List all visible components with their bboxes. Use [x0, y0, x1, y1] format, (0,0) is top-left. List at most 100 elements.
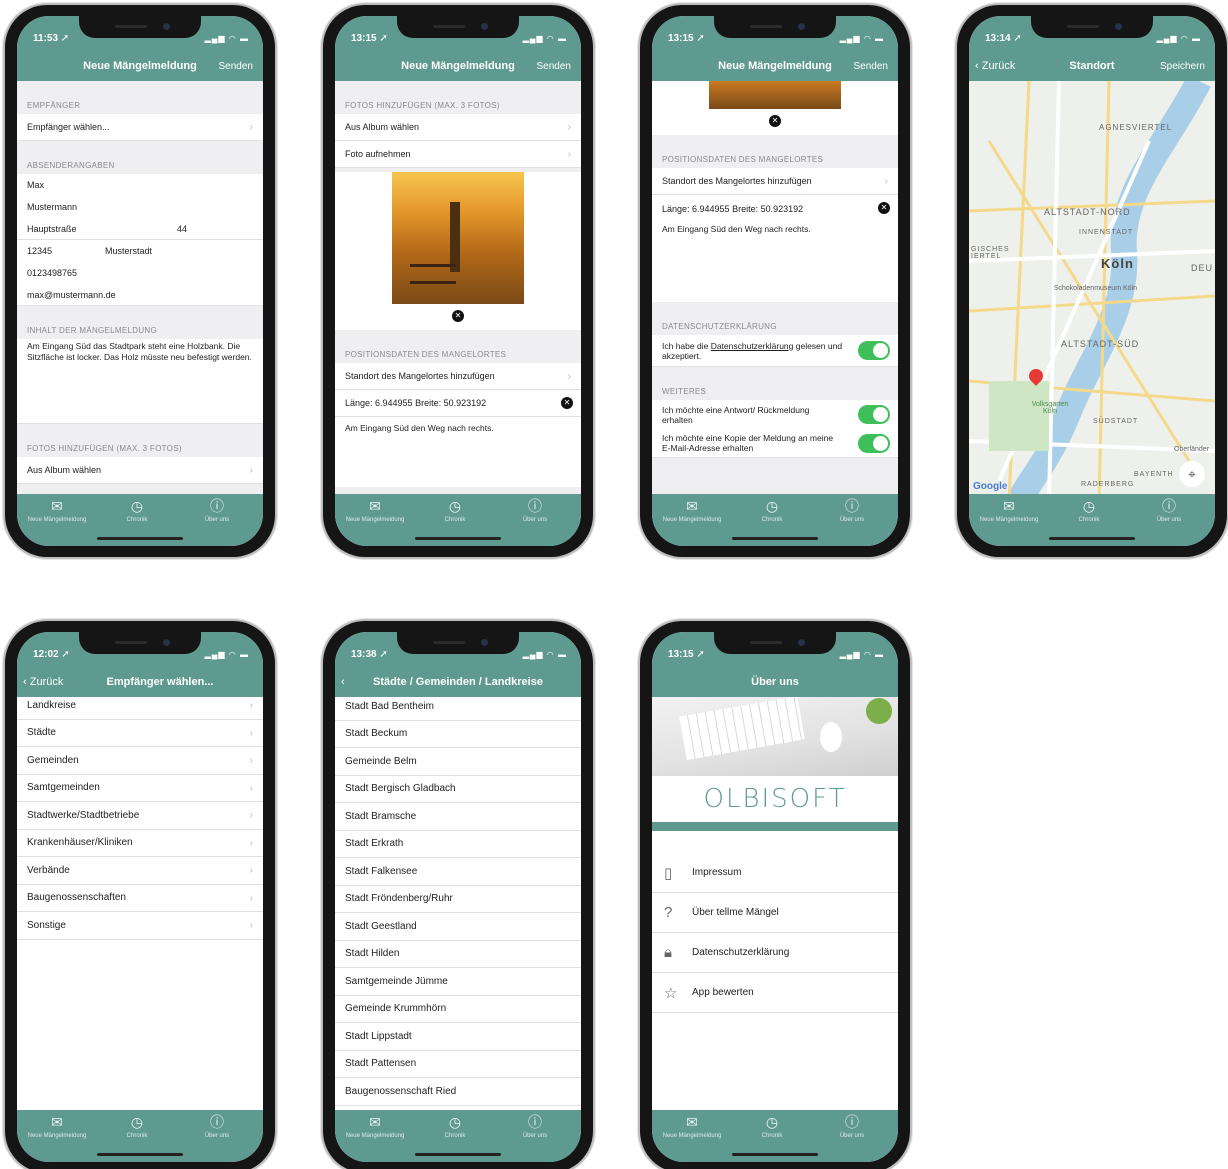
- send-button[interactable]: Senden: [854, 61, 888, 72]
- tab-about[interactable]: ⓘ Über uns: [177, 498, 257, 523]
- take-photo-row[interactable]: Foto aufnehmen ›: [335, 141, 581, 168]
- municipality-item[interactable]: Stadt Pattensen: [335, 1050, 581, 1078]
- tab-about[interactable]: ⓘ Über uns: [495, 498, 575, 523]
- tab-about[interactable]: ⓘ Über uns: [1129, 498, 1209, 523]
- house-number-field[interactable]: 44: [177, 224, 187, 234]
- tab-new-report[interactable]: ✉ Neue Mängelmeldung: [335, 498, 415, 523]
- zip-field[interactable]: 12345 Musterstadt: [17, 240, 263, 262]
- last-name-field[interactable]: Mustermann: [17, 196, 263, 218]
- tab-chronik[interactable]: ◷ Chronik: [732, 1114, 812, 1139]
- mail-icon: ✉: [686, 1114, 698, 1130]
- remove-photo-icon[interactable]: ✕: [452, 310, 464, 322]
- map-label: BAYENTH: [1134, 471, 1174, 478]
- tab-about[interactable]: ⓘ Über uns: [812, 1114, 892, 1139]
- tab-chronik[interactable]: ◷ Chronik: [97, 498, 177, 523]
- municipality-item[interactable]: Samtgemeinde Jümme: [335, 968, 581, 996]
- tab-about[interactable]: ⓘ Über uns: [812, 498, 892, 523]
- municipality-item[interactable]: Gemeinde Krummhörn: [335, 995, 581, 1023]
- page-title: Städte / Gemeinden / Landkreise: [373, 676, 543, 688]
- save-button[interactable]: Speichern: [1160, 61, 1205, 72]
- about-item[interactable]: ▯ Impressum: [652, 853, 898, 893]
- add-location-row[interactable]: Standort des Mangelortes hinzufügen ›: [335, 363, 581, 390]
- municipality-item[interactable]: Stadt Beckum: [335, 720, 581, 748]
- status-icons: ▂▄▆ ◠ ▬: [522, 650, 567, 659]
- municipality-item[interactable]: Stadt Erkrath: [335, 830, 581, 858]
- municipality-item[interactable]: Stadt Lippstadt: [335, 1023, 581, 1051]
- first-name-field[interactable]: Max: [17, 174, 263, 196]
- map-view[interactable]: AGNESVIERTEL ALTSTADT-NORD INNENSTADT Kö…: [969, 81, 1215, 494]
- recipient-category-item[interactable]: Verbände ›: [17, 857, 263, 885]
- list-item-label: Samtgemeinden: [27, 782, 100, 794]
- chevron-right-icon: ›: [249, 465, 253, 476]
- list-item-label: Stadt Pattensen: [345, 1058, 417, 1070]
- phone-field[interactable]: 0123498765: [17, 262, 263, 284]
- tab-new-report[interactable]: ✉ Neue Mängelmeldung: [335, 1114, 415, 1139]
- tab-bar: ✉ Neue Mängelmeldung ◷ Chronik ⓘ Über uns: [969, 494, 1215, 546]
- clear-location-icon[interactable]: ✕: [878, 202, 890, 214]
- location-hint-field[interactable]: Am Eingang Süd den Weg nach rechts.: [652, 222, 898, 302]
- chevron-right-icon: ›: [884, 176, 888, 187]
- section-header: WEITERES: [662, 387, 707, 396]
- phone-2: 13:15 ➚ ▂▄▆ ◠ ▬ Neue Mängelmeldung Senden…: [323, 5, 593, 557]
- remove-photo-icon[interactable]: ✕: [769, 115, 781, 127]
- about-item[interactable]: 🔒︎ Datenschutzerklärung: [652, 933, 898, 973]
- clear-location-icon[interactable]: ✕: [561, 397, 573, 409]
- recipient-category-item[interactable]: Gemeinden ›: [17, 747, 263, 775]
- municipality-item[interactable]: Stadt Geestland: [335, 913, 581, 941]
- about-item[interactable]: ? Über tellme Mängel: [652, 893, 898, 933]
- recipient-row[interactable]: Empfänger wählen... ›: [17, 114, 263, 141]
- tab-new-report[interactable]: ✉ Neue Mängelmeldung: [969, 498, 1049, 523]
- municipality-item[interactable]: Stadt Fröndenberg/Ruhr: [335, 885, 581, 913]
- chronik-icon: ◷: [765, 1114, 779, 1130]
- privacy-link[interactable]: Datenschutzerklärung: [711, 341, 794, 351]
- municipality-item[interactable]: Stadt Falkensee: [335, 858, 581, 886]
- section-header: FOTOS HINZUFÜGEN (MAX. 3 FOTOS): [27, 444, 182, 453]
- album-row[interactable]: Aus Album wählen ›: [17, 457, 263, 484]
- municipality-item[interactable]: Stadt Hilden: [335, 940, 581, 968]
- locate-me-icon[interactable]: ⌖: [1179, 461, 1205, 487]
- tab-chronik[interactable]: ◷ Chronik: [732, 498, 812, 523]
- description-textarea[interactable]: Am Eingang Süd das Stadtpark steht eine …: [17, 339, 263, 424]
- notch: [79, 632, 201, 654]
- about-item[interactable]: ☆ App bewerten: [652, 973, 898, 1013]
- location-hint-field[interactable]: Am Eingang Süd den Weg nach rechts.: [335, 417, 581, 487]
- recipient-category-item[interactable]: Samtgemeinden ›: [17, 774, 263, 802]
- list-item-label: Stadt Erkrath: [345, 838, 404, 850]
- recipient-category-item[interactable]: Stadtwerke/Stadtbetriebe ›: [17, 802, 263, 830]
- recipient-category-item[interactable]: Krankenhäuser/Kliniken ›: [17, 829, 263, 857]
- tab-new-report[interactable]: ✉ Neue Mängelmeldung: [652, 498, 732, 523]
- city-field[interactable]: Musterstadt: [105, 246, 152, 256]
- recipient-category-item[interactable]: Sonstige ›: [17, 912, 263, 940]
- chevron-right-icon: ›: [249, 782, 253, 794]
- municipality-item[interactable]: Stadt Bad Bentheim: [335, 693, 581, 721]
- municipality-item[interactable]: Gemeinde Belm: [335, 748, 581, 776]
- recipient-category-item[interactable]: Baugenossenschaften ›: [17, 884, 263, 912]
- tab-chronik[interactable]: ◷ Chronik: [1049, 498, 1129, 523]
- tab-chronik[interactable]: ◷ Chronik: [415, 1114, 495, 1139]
- copy-toggle[interactable]: [858, 434, 890, 453]
- chronik-icon: ◷: [448, 498, 462, 514]
- status-icons: ▂▄▆ ◠ ▬: [204, 34, 249, 43]
- send-button[interactable]: Senden: [219, 61, 253, 72]
- privacy-toggle[interactable]: [858, 341, 890, 360]
- tab-chronik[interactable]: ◷ Chronik: [97, 1114, 177, 1139]
- list-item-label: Stadt Lippstadt: [345, 1030, 412, 1042]
- send-button[interactable]: Senden: [537, 61, 571, 72]
- municipality-item[interactable]: Baugenossenschaft Ried: [335, 1078, 581, 1106]
- tab-new-report[interactable]: ✉ Neue Mängelmeldung: [17, 498, 97, 523]
- municipality-item[interactable]: Stadt Bergisch Gladbach: [335, 775, 581, 803]
- map-label: Volksgarten Köln: [1031, 401, 1069, 415]
- municipality-item[interactable]: Stadt Bramsche: [335, 803, 581, 831]
- status-time: 13:14 ➚: [985, 33, 1022, 44]
- tab-new-report[interactable]: ✉ Neue Mängelmeldung: [17, 1114, 97, 1139]
- street-field[interactable]: Hauptstraße 44: [17, 218, 263, 240]
- album-row[interactable]: Aus Album wählen ›: [335, 114, 581, 141]
- recipient-category-item[interactable]: Städte ›: [17, 719, 263, 747]
- tab-new-report[interactable]: ✉ Neue Mängelmeldung: [652, 1114, 732, 1139]
- email-field[interactable]: max@mustermann.de: [17, 284, 263, 306]
- reply-toggle[interactable]: [858, 405, 890, 424]
- add-location-row[interactable]: Standort des Mangelortes hinzufügen ›: [652, 168, 898, 195]
- tab-chronik[interactable]: ◷ Chronik: [415, 498, 495, 523]
- tab-about[interactable]: ⓘ Über uns: [177, 1114, 257, 1139]
- tab-about[interactable]: ⓘ Über uns: [495, 1114, 575, 1139]
